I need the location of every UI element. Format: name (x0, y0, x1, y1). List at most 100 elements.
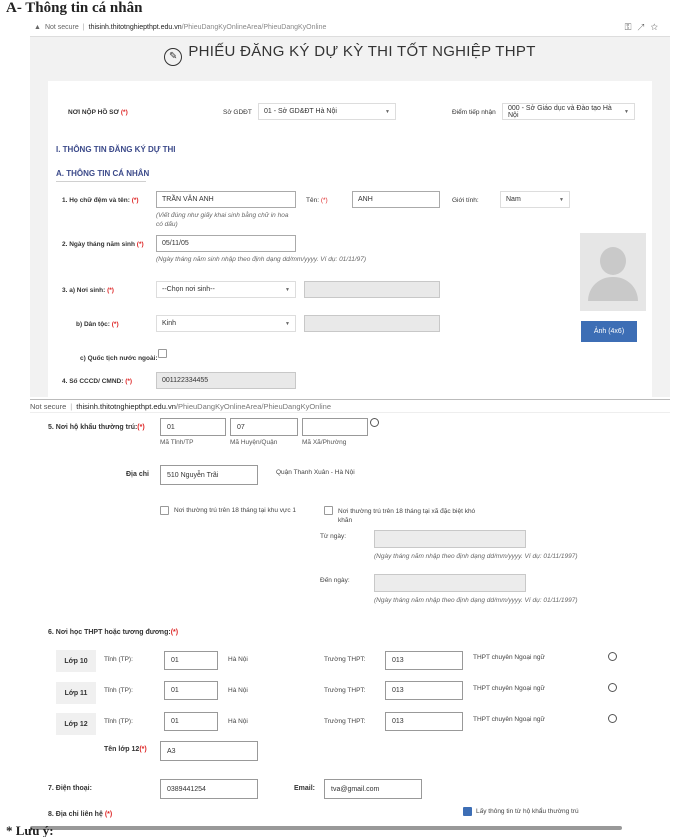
search-icon-11[interactable] (608, 683, 617, 695)
ma-huyen-input[interactable]: 07 (230, 418, 298, 436)
form-card: NƠI NỘP HỒ SƠ (*) Sở GDĐT 01 - Sở GD&ĐT … (48, 81, 652, 397)
tinh-label-11: Tỉnh (TP): (104, 687, 133, 694)
truong-label-12: Trường THPT: (324, 718, 366, 725)
tinh-label-12: Tỉnh (TP): (104, 718, 133, 725)
lien-he-checkbox[interactable] (463, 807, 472, 816)
email-input[interactable]: tva@gmail.com (324, 779, 422, 799)
ho-ten-label: 1. Họ chữ đệm và tên: (*) (62, 197, 139, 204)
tu-ngay-input[interactable] (374, 530, 526, 548)
noi-nop-label: NƠI NỘP HỒ SƠ (*) (68, 109, 128, 116)
dia-chi-text: Quận Thanh Xuân - Hà Nội (276, 469, 355, 476)
truong-label-10: Trường THPT: (324, 656, 366, 663)
den-ngay-input[interactable] (374, 574, 526, 592)
dia-chi-label: Địa chỉ (126, 471, 149, 478)
ho-ten-hint: (Viết đúng như giấy khai sinh bằng chữ i… (156, 212, 289, 228)
diem-tiep-nhan-label: Điểm tiếp nhận (452, 109, 496, 116)
ten-lop-input[interactable]: A3 (160, 741, 258, 761)
tu-ngay-hint: (Ngày tháng năm nhập theo định dạng dd/m… (374, 553, 578, 560)
ngay-sinh-label: 2. Ngày tháng năm sinh (*) (62, 241, 144, 248)
dbkk-label: Nơi thường trú trên 18 tháng tại xã đặc … (338, 508, 476, 524)
avatar-icon (600, 247, 626, 275)
warning-icon: ▲ (34, 24, 41, 31)
truong-label-11: Trường THPT: (324, 687, 366, 694)
url-host: thisinh.thitotnghiepthpt.edu.vn (88, 24, 182, 31)
truong-name-11: THPT chuyên Ngoại ngữ (473, 685, 545, 692)
ngay-sinh-input[interactable]: 05/11/05 (156, 235, 296, 252)
kv1-label: Nơi thường trú trên 18 tháng tại khu vực… (174, 507, 297, 514)
dia-chi-input[interactable]: 510 Nguyễn Trãi (160, 465, 258, 485)
tinh-label-10: Tỉnh (TP): (104, 656, 133, 663)
lien-he-label: 8. Địa chỉ liên hệ (*) (48, 811, 113, 818)
lop-10-label: Lớp 10 (56, 650, 96, 672)
horizontal-scrollbar[interactable] (30, 826, 622, 830)
truong-name-10: THPT chuyên Ngoại ngữ (473, 654, 545, 661)
form-screenshot-top: ✎ PHIẾU ĐĂNG KÝ DỰ KỲ THI TỐT NGHIỆP THPT… (30, 37, 670, 397)
ma-huyen-caption: Mã Huyện/Quận (230, 439, 278, 446)
cccd-label: 4. Số CCCD/ CMND: (*) (62, 378, 133, 385)
dan-toc-select[interactable]: Kinh (156, 315, 296, 332)
ten-lop-label: Tên lớp 12(*) (104, 746, 147, 753)
so-gddt-select[interactable]: 01 - Sở GD&ĐT Hà Nội (258, 103, 396, 120)
quoc-tich-checkbox[interactable] (158, 349, 167, 358)
tinh-input-10[interactable]: 01 (164, 651, 218, 670)
noi-sinh-detail-input[interactable] (304, 281, 440, 298)
search-icon-10[interactable] (608, 652, 617, 664)
browser-address-bar[interactable]: ▲ Not secure | thisinh.thitotnghiepthpt.… (30, 19, 670, 37)
url-path: /PhieuDangKyOnlineArea/PhieuDangKyOnline (181, 24, 327, 31)
browser-address-bar-2[interactable]: Not secure | thisinh.thitotnghiepthpt.ed… (30, 399, 670, 413)
search-icon[interactable] (370, 418, 379, 430)
kv1-checkbox[interactable] (160, 506, 169, 515)
cccd-input[interactable]: 001122334455 (156, 372, 296, 389)
dbkk-checkbox[interactable] (324, 506, 333, 515)
gioi-tinh-select[interactable]: Nam (500, 191, 570, 208)
dan-toc-detail-input[interactable] (304, 315, 440, 332)
noi-hoc-label: 6. Nơi học THPT hoặc tương đương:(*) (48, 629, 179, 636)
section-title-a: A. THÔNG TIN CÁ NHÂN (56, 169, 150, 178)
ma-xa-caption: Mã Xã/Phường (302, 439, 347, 446)
so-gddt-label: Sở GDĐT (223, 109, 252, 116)
diem-tiep-nhan-select[interactable]: 000 - Sở Giáo dục và Đào tạo Hà Nội (502, 103, 635, 120)
form-title: ✎ PHIẾU ĐĂNG KÝ DỰ KỲ THI TỐT NGHIỆP THPT (30, 43, 670, 66)
url-path-2: /PhieuDangKyOnlineArea/PhieuDangKyOnline (175, 401, 332, 411)
section-title-1: I. THÔNG TIN ĐĂNG KÝ DỰ THI (56, 145, 176, 154)
truong-input-11[interactable]: 013 (385, 681, 463, 700)
ten-input[interactable]: ANH (352, 191, 440, 208)
email-label: Email: (294, 785, 316, 792)
not-secure-label-2: Not secure (30, 401, 67, 411)
dan-toc-label: b) Dân tộc: (*) (76, 321, 119, 328)
ho-khau-label: 5. Nơi hộ khẩu thường trú:(*) (48, 424, 145, 431)
noi-sinh-select[interactable]: --Chọn nơi sinh-- (156, 281, 296, 298)
section-divider (56, 181, 146, 182)
ngay-sinh-hint: (Ngày tháng năm sinh nhập theo định dạng… (156, 256, 367, 263)
edit-icon: ✎ (164, 48, 183, 66)
search-icon-12[interactable] (608, 714, 617, 726)
page-heading: A- Thông tin cá nhân (6, 0, 143, 16)
upload-photo-button[interactable]: Ảnh (4x6) (581, 321, 637, 342)
tu-ngay-label: Từ ngày: (320, 533, 347, 540)
ho-ten-input[interactable]: TRẦN VĂN ANH (156, 191, 296, 208)
ma-tinh-input[interactable]: 01 (160, 418, 226, 436)
truong-input-12[interactable]: 013 (385, 712, 463, 731)
dien-thoai-input[interactable]: 0389441254 (160, 779, 258, 799)
lop-12-label: Lớp 12 (56, 713, 96, 735)
ma-xa-input[interactable] (302, 418, 368, 436)
form-screenshot-bottom: 5. Nơi hộ khẩu thường trú:(*) 01 07 Mã T… (30, 413, 670, 823)
tinh-input-11[interactable]: 01 (164, 681, 218, 700)
tinh-name-10: Hà Nội (228, 656, 248, 663)
tinh-name-11: Hà Nội (228, 687, 248, 694)
tinh-input-12[interactable]: 01 (164, 712, 218, 731)
gioi-tinh-label: Giới tính: (452, 197, 479, 204)
den-ngay-label: Đến ngày: (320, 577, 350, 584)
footer-note: * Lưu ý: (6, 823, 54, 837)
dien-thoai-label: 7. Điện thoại: (48, 785, 92, 792)
quoc-tich-label: c) Quốc tịch nước ngoài: (80, 355, 158, 362)
lop-11-label: Lớp 11 (56, 682, 96, 704)
truong-input-10[interactable]: 013 (385, 651, 463, 670)
noi-sinh-label: 3. a) Nơi sinh: (*) (62, 287, 114, 294)
browser-action-icons[interactable]: ⚿↗☆ (625, 22, 664, 33)
ten-label: Tên: (*) (306, 197, 328, 204)
ma-tinh-caption: Mã Tỉnh/TP (160, 439, 194, 446)
truong-name-12: THPT chuyên Ngoại ngữ (473, 716, 545, 723)
url-host-2: thisinh.thitotnghiepthpt.edu.vn (76, 401, 176, 411)
lien-he-checkbox-label: Lấy thông tin từ hộ khẩu thường trú (476, 808, 579, 815)
